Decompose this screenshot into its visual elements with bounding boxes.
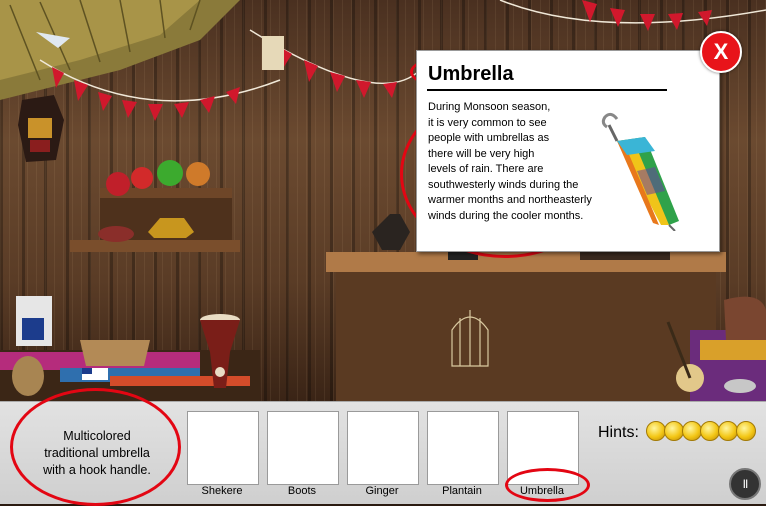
description-line: warmer months and northeasterly xyxy=(428,194,592,206)
hint-coin-icon[interactable] xyxy=(718,421,738,441)
info-title: Umbrella xyxy=(428,63,514,85)
pause-button[interactable]: II xyxy=(729,468,761,500)
clue-line: traditional umbrella xyxy=(44,446,150,460)
description-line: levels of rain. There are xyxy=(428,163,544,175)
clue-line: with a hook handle. xyxy=(43,463,151,477)
item-slot-ginger[interactable] xyxy=(347,411,419,485)
item-slot-boots[interactable] xyxy=(267,411,339,485)
hint-coin-icon[interactable] xyxy=(736,421,756,441)
item-label-plantain: Plantain xyxy=(442,485,482,497)
hint-coin-icon[interactable] xyxy=(664,421,684,441)
bottom-bar: Multicolored traditional umbrella with a… xyxy=(0,388,766,506)
item-label-ginger: Ginger xyxy=(365,485,399,497)
item-label-shekere: Shekere xyxy=(201,485,243,497)
item-slot-umbrella[interactable] xyxy=(507,411,579,485)
clue-line: Multicolored xyxy=(63,429,131,443)
close-button[interactable]: X xyxy=(700,31,742,73)
hint-coin-icon[interactable] xyxy=(646,421,666,441)
hanging-note xyxy=(262,36,284,70)
description-line: it is very common to see xyxy=(428,116,547,129)
hints-label: Hints: xyxy=(598,424,639,441)
clue-text: Multicolored traditional umbrella with a… xyxy=(22,428,172,479)
item-label-umbrella: Umbrella xyxy=(519,485,564,497)
thatch-roof xyxy=(0,0,240,100)
item-slot-shekere[interactable] xyxy=(187,411,259,485)
info-card: Umbrella During Monsoon season, it is ve… xyxy=(416,50,720,252)
description-line: winds during the cooler months. xyxy=(428,209,584,222)
hint-coin-icon[interactable] xyxy=(700,421,720,441)
pause-icon: II xyxy=(742,477,749,491)
description-line: there will be very high xyxy=(428,147,535,160)
item-label-boots: Boots xyxy=(287,485,317,497)
description-line: southwesterly winds during the xyxy=(428,178,579,191)
info-description: During Monsoon season, it is very common… xyxy=(428,100,600,224)
item-slot-plantain[interactable] xyxy=(427,411,499,485)
hanging-dashiki xyxy=(18,95,64,162)
hint-coin-icon[interactable] xyxy=(682,421,702,441)
title-divider xyxy=(427,89,667,91)
description-line: During Monsoon season, xyxy=(428,101,551,113)
umbrella-icon xyxy=(601,112,679,231)
description-line: people with umbrellas as xyxy=(428,132,550,144)
